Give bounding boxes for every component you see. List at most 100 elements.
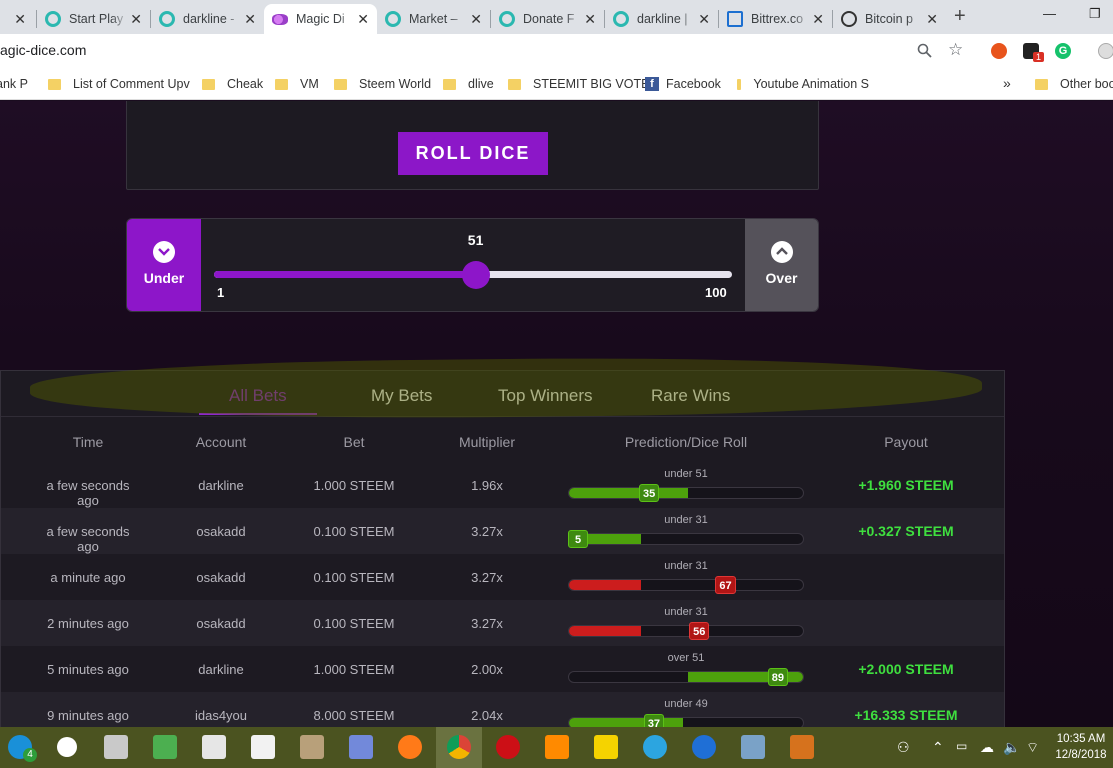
bet-amount: 8.000 STEEM <box>313 708 395 723</box>
close-icon[interactable]: ✕ <box>14 11 26 28</box>
roll-bar <box>568 487 804 499</box>
bet-account[interactable]: osakadd <box>171 616 271 631</box>
bookmark-3[interactable]: VM <box>275 77 319 91</box>
column-header-account: Account <box>195 434 247 450</box>
bookmark-5[interactable]: dlive <box>443 77 494 91</box>
close-icon[interactable]: ✕ <box>584 11 596 28</box>
bookmark-0[interactable]: ank P <box>0 77 28 91</box>
slider-track[interactable] <box>214 261 732 289</box>
bet-account[interactable]: osakadd <box>171 570 271 585</box>
discord-icon[interactable] <box>349 735 373 759</box>
bet-amount: 1.000 STEEM <box>313 478 395 493</box>
browser-tab-2[interactable]: darkline - ✕ <box>151 4 264 34</box>
roll-bar <box>568 717 804 727</box>
close-icon[interactable]: ✕ <box>357 11 369 28</box>
zoom-search-icon[interactable] <box>917 43 932 62</box>
bets-panel: All Bets My Bets Top Winners Rare Wins T… <box>0 370 1005 727</box>
roll-bar-fill <box>569 488 689 498</box>
restore-icon[interactable]: ❐ <box>1089 6 1101 22</box>
battery-icon[interactable]: ▭ <box>956 739 967 753</box>
table-row: 2 minutes ago osakadd 0.100 STEEM 3.27x unde… <box>1 600 1004 646</box>
folder-icon <box>1035 78 1048 90</box>
browser-tab-5[interactable]: Donate F ✕ <box>491 4 604 34</box>
bookmark-6[interactable]: STEEMIT BIG VOTE <box>508 77 649 91</box>
close-icon[interactable]: ✕ <box>698 11 710 28</box>
folder-icon <box>48 78 61 90</box>
wifi-icon[interactable]: ⌔ <box>1026 739 1039 757</box>
mail-icon[interactable] <box>251 735 275 759</box>
bookmark-2[interactable]: Cheak <box>202 77 263 91</box>
people-icon[interactable]: ⚇ <box>897 739 910 756</box>
bet-amount: 0.100 STEEM <box>313 524 395 539</box>
browser-tab-4[interactable]: Market – ✕ <box>377 4 490 34</box>
browser-tab-6[interactable]: darkline | ✕ <box>605 4 718 34</box>
new-tab-plus-icon[interactable]: + <box>954 5 966 28</box>
task-view-icon[interactable] <box>104 735 128 759</box>
close-icon[interactable]: ✕ <box>244 11 256 28</box>
dice-roll-badge: 67 <box>715 576 736 594</box>
facebook-icon: f <box>645 77 659 91</box>
opera-icon[interactable] <box>496 735 520 759</box>
browser-tab-7[interactable]: Bittrex.co ✕ <box>719 4 832 34</box>
skype-badge: 4 <box>23 748 37 762</box>
bookmarks-bar: ank P List of Comment Upv Cheak VM Steem… <box>0 70 1113 100</box>
paint-icon[interactable] <box>300 735 324 759</box>
browser-tab-0[interactable]: o ✕ <box>0 4 34 34</box>
telegram-icon[interactable] <box>643 735 667 759</box>
bookmark-9[interactable]: Other boo <box>1035 77 1113 91</box>
roll-bar <box>568 533 804 545</box>
url-field[interactable]: agic-dice.com <box>0 42 86 58</box>
chevron-down-icon <box>153 241 175 263</box>
bookmarks-overflow-icon[interactable]: » <box>1003 75 1011 91</box>
volume-icon[interactable]: 🔈 <box>1003 739 1020 756</box>
close-icon[interactable]: ✕ <box>812 11 824 28</box>
under-toggle[interactable]: Under <box>127 219 201 311</box>
roll-dice-button[interactable]: ROLL DICE <box>398 132 548 175</box>
minimize-icon[interactable]: — <box>1043 6 1056 21</box>
slider-value: 51 <box>467 232 484 248</box>
bet-time: 9 minutes ago <box>47 708 129 723</box>
bookmark-4[interactable]: Steem World <box>334 77 431 91</box>
close-icon[interactable]: ✕ <box>130 11 142 28</box>
folder-icon <box>443 78 456 90</box>
bet-account[interactable]: osakadd <box>171 524 271 539</box>
browser-tab-1[interactable]: Start Play ✕ <box>37 4 150 34</box>
onedrive-icon[interactable]: ☁ <box>980 739 994 756</box>
imo-icon[interactable] <box>692 735 716 759</box>
slider-thumb[interactable] <box>461 261 490 289</box>
slider-fill <box>214 271 476 278</box>
bet-account[interactable]: darkline <box>171 478 271 493</box>
prediction-label: under 31 <box>664 514 708 526</box>
taskbar-clock[interactable]: 10:35 AM 12/8/2018 <box>1049 731 1113 763</box>
browser-tab-8[interactable]: Bitcoin p ✕ <box>833 4 946 34</box>
bookmark-7[interactable]: f Facebook <box>645 77 721 91</box>
coinmarketcap-icon <box>841 11 857 27</box>
prediction-label: over 51 <box>667 652 705 664</box>
media-player-icon[interactable] <box>594 735 618 759</box>
extension-fire-icon[interactable] <box>991 43 1007 59</box>
uc-browser-icon[interactable] <box>545 735 569 759</box>
dice-roll-badge: 5 <box>568 530 588 548</box>
chrome-icon[interactable] <box>447 735 471 759</box>
close-icon[interactable]: ✕ <box>470 11 482 28</box>
bet-multiplier: 1.96x <box>471 478 503 493</box>
bookmark-8[interactable]: Youtube Animation S <box>737 77 869 91</box>
close-icon[interactable]: ✕ <box>926 11 938 28</box>
roll-bar-fill <box>569 626 641 636</box>
grammarly-icon[interactable]: G <box>1055 43 1071 59</box>
photos-icon[interactable] <box>741 735 765 759</box>
browser-tab-3-active[interactable]: Magic Di ✕ <box>264 4 377 34</box>
over-toggle[interactable]: Over <box>745 219 818 311</box>
camtasia-icon[interactable] <box>153 735 177 759</box>
tray-chevron-icon[interactable]: ⌃ <box>932 739 944 756</box>
firefox-icon[interactable] <box>398 735 422 759</box>
bookmark-1[interactable]: List of Comment Upv <box>48 77 190 91</box>
bet-account[interactable]: darkline <box>171 662 271 677</box>
bookmark-star-icon[interactable]: ☆ <box>948 40 963 60</box>
bet-multiplier: 3.27x <box>471 524 503 539</box>
profile-avatar[interactable] <box>1098 43 1113 59</box>
bet-account[interactable]: idas4you <box>171 708 271 723</box>
calculator-icon[interactable] <box>202 735 226 759</box>
cortana-icon[interactable] <box>57 737 77 757</box>
app-icon[interactable] <box>790 735 814 759</box>
